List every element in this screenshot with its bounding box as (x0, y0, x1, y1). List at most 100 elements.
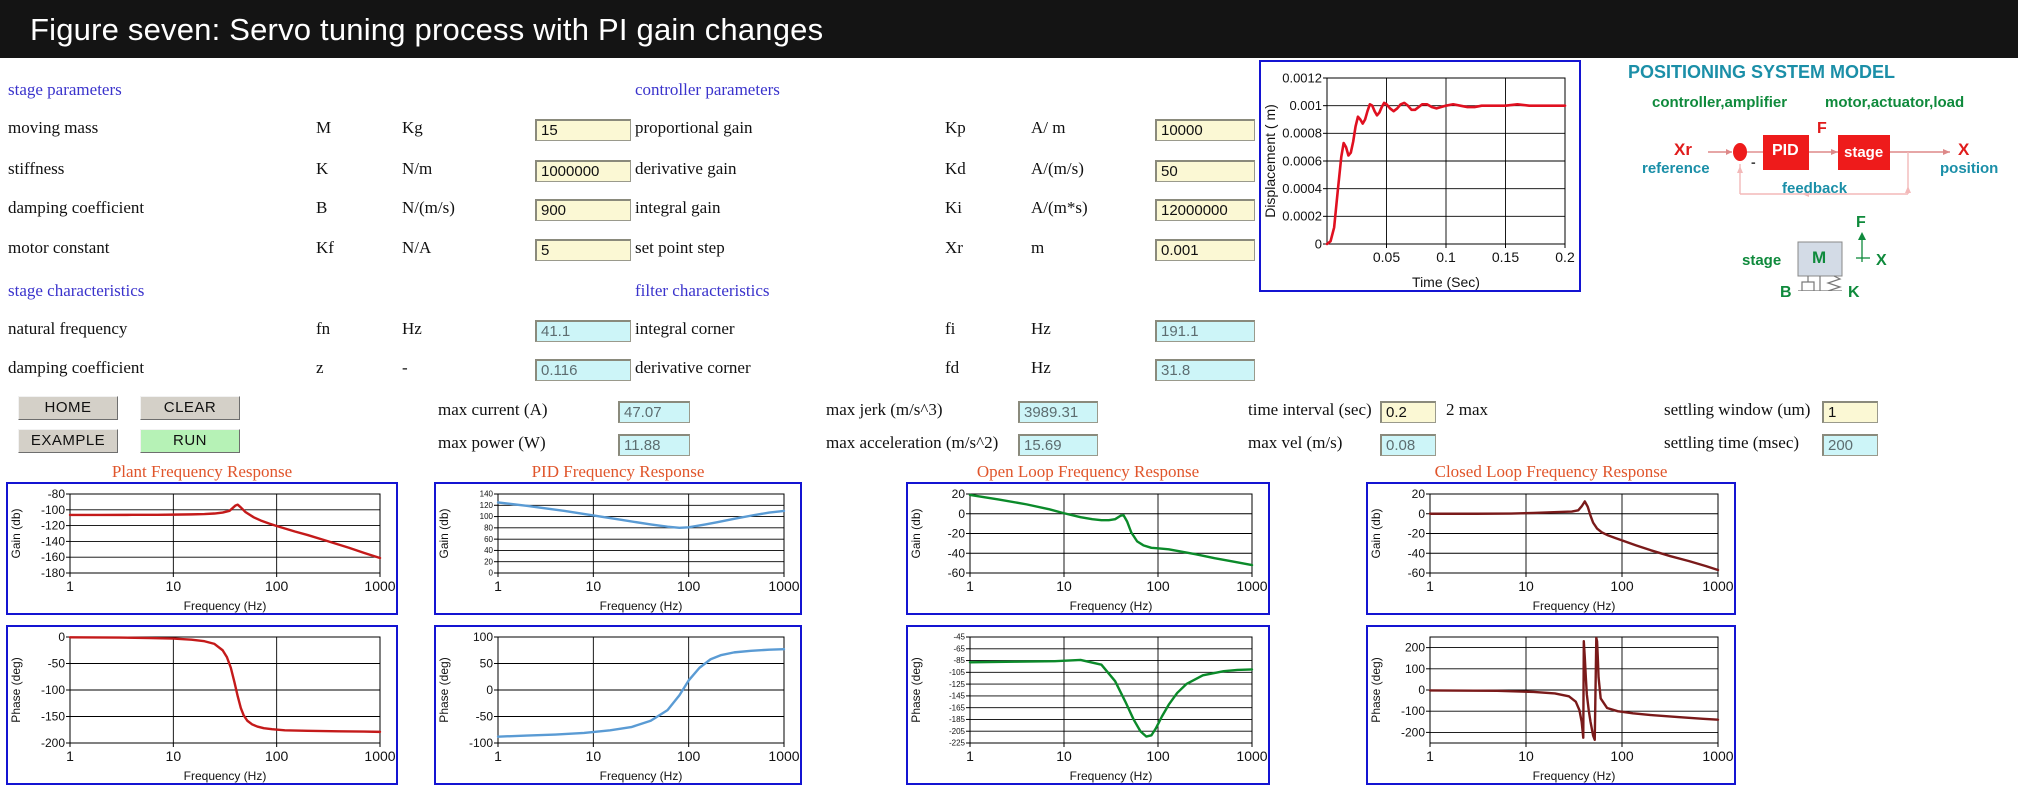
svg-text:-45: -45 (953, 633, 965, 642)
controller-parameter-symbol: Ki (945, 198, 962, 217)
diagram-title: POSITIONING SYSTEM MODEL (1628, 62, 1896, 82)
controller-parameter-symbol: Kd (945, 159, 966, 178)
diagram-input-symbol: Xr (1674, 140, 1692, 159)
svg-text:Frequency (Hz): Frequency (Hz) (1070, 769, 1153, 783)
step-response-panel: 0 0.0002 0.0004 0.0006 0.0008 0.001 0.0012 0.05… (1259, 60, 1581, 292)
svg-text:Displacement ( m): Displacement ( m) (1262, 104, 1278, 218)
metric-value[interactable]: 200 (1822, 434, 1878, 456)
metric-value[interactable]: 1 (1822, 401, 1878, 423)
svg-text:0: 0 (486, 683, 493, 697)
svg-text:-100: -100 (1401, 704, 1425, 718)
svg-text:100: 100 (677, 748, 701, 764)
stage-parameter-input[interactable]: 15 (535, 119, 631, 141)
svg-text:1: 1 (1426, 748, 1434, 764)
svg-text:-50: -50 (476, 710, 494, 724)
stage-characteristic-symbol: z (316, 358, 324, 377)
page-title: Figure seven: Servo tuning process with … (30, 12, 824, 47)
svg-text:-160: -160 (41, 550, 65, 564)
stage-parameter-unit: N/A (402, 238, 432, 257)
clear-button[interactable]: CLEAR (140, 396, 240, 420)
stage-parameter-unit: N/(m/s) (402, 198, 455, 217)
svg-text:20: 20 (484, 557, 493, 566)
svg-text:Frequency (Hz): Frequency (Hz) (1533, 599, 1616, 613)
svg-text:1: 1 (494, 748, 502, 764)
diagram-damper-symbol: B (1780, 284, 1792, 301)
svg-text:1000: 1000 (1236, 578, 1267, 594)
stage-parameter-unit: Kg (402, 118, 423, 137)
svg-text:Frequency (Hz): Frequency (Hz) (184, 599, 267, 613)
pid-phase-chart: 100 50 0 -50 -1001 10 100 1000 Frequency (Hz) Pha… (437, 630, 800, 783)
svg-text:1: 1 (66, 748, 74, 764)
pid-gain-chart: 0 20 40 60 80 100 120 140 1 10 100 1000 Frequency (H… (437, 490, 800, 613)
svg-text:10: 10 (166, 578, 182, 594)
run-button[interactable]: RUN (140, 429, 240, 453)
controller-parameter-input[interactable]: 12000000 (1155, 199, 1255, 221)
svg-text:Frequency (Hz): Frequency (Hz) (1533, 769, 1616, 783)
example-button[interactable]: EXAMPLE (18, 429, 118, 453)
stage-parameter-input[interactable]: 1000000 (535, 160, 631, 182)
filter-characteristic-input[interactable]: 31.8 (1155, 359, 1255, 381)
stage-characteristic-input[interactable]: 41.1 (535, 320, 631, 342)
metric-value[interactable]: 47.07 (618, 401, 690, 423)
svg-text:10: 10 (1518, 578, 1534, 594)
svg-text:0.05: 0.05 (1373, 249, 1400, 265)
stage-parameter-input[interactable]: 5 (535, 239, 631, 261)
section-stage-parameters: stage parameters (8, 80, 122, 99)
svg-text:-100: -100 (41, 503, 65, 517)
svg-text:0: 0 (1418, 507, 1425, 521)
svg-text:100: 100 (677, 578, 701, 594)
diagram-pid-block-label: PID (1772, 142, 1799, 159)
svg-text:0.001: 0.001 (1289, 98, 1322, 113)
svg-text:1000: 1000 (768, 578, 799, 594)
svg-text:Gain (db): Gain (db) (9, 508, 23, 558)
metric-value[interactable]: 0.08 (1380, 434, 1436, 456)
filter-characteristic-input[interactable]: 191.1 (1155, 320, 1255, 342)
diagram-stage-block-label: stage (1844, 144, 1884, 161)
svg-text:Frequency (Hz): Frequency (Hz) (184, 769, 267, 783)
stage-characteristic-symbol: fn (316, 319, 331, 338)
filter-characteristic-label: derivative corner (635, 358, 751, 377)
stage-characteristic-input[interactable]: 0.116 (535, 359, 631, 381)
svg-text:10: 10 (1056, 578, 1072, 594)
svg-text:-185: -185 (949, 715, 966, 724)
section-controller-parameters: controller parameters (635, 80, 780, 99)
svg-text:0: 0 (489, 569, 494, 578)
controller-parameter-input[interactable]: 10000 (1155, 119, 1255, 141)
svg-text:Phase (deg): Phase (deg) (437, 657, 451, 722)
svg-text:0: 0 (58, 630, 65, 644)
metric-value[interactable]: 11.88 (618, 434, 690, 456)
closed-loop-plot-title: Closed Loop Frequency Response (1434, 462, 1668, 481)
controller-parameter-unit: A/(m/s) (1031, 159, 1084, 178)
controller-parameter-input[interactable]: 50 (1155, 160, 1255, 182)
svg-text:10: 10 (166, 748, 182, 764)
metric-label: max jerk (m/s^3) (826, 400, 943, 419)
home-button[interactable]: HOME (18, 396, 118, 420)
metric-value[interactable]: 3989.31 (1018, 401, 1098, 423)
svg-text:1000: 1000 (1236, 748, 1267, 764)
svg-text:-180: -180 (41, 566, 65, 580)
metric-value[interactable]: 0.2 (1380, 401, 1436, 423)
svg-text:1: 1 (494, 578, 502, 594)
svg-text:50: 50 (480, 657, 494, 671)
open-loop-phase-chart: -45 -65 -85 -105 -125 -145 -165 -185 -205 -2251 10… (909, 633, 1268, 783)
stage-parameter-unit: N/m (402, 159, 433, 178)
stage-parameter-input[interactable]: 900 (535, 199, 631, 221)
controller-parameter-label: proportional gain (635, 118, 753, 137)
title-bar: Figure seven: Servo tuning process with … (0, 0, 2018, 58)
metric-value[interactable]: 15.69 (1018, 434, 1098, 456)
svg-text:100: 100 (1146, 748, 1170, 764)
metric-label: settling time (msec) (1664, 433, 1800, 452)
svg-text:-85: -85 (953, 656, 965, 665)
closed-loop-phase-panel: 200 100 0 -100 -200 1 10 100 1000 Frequency (Hz) P… (1366, 625, 1736, 785)
svg-text:140: 140 (480, 490, 494, 499)
controller-parameter-input[interactable]: 0.001 (1155, 239, 1255, 261)
svg-text:0.0002: 0.0002 (1282, 209, 1322, 224)
svg-text:0: 0 (1418, 683, 1425, 697)
metric-label: time interval (sec) (1248, 400, 1372, 419)
svg-text:10: 10 (1056, 748, 1072, 764)
stage-parameter-label: stiffness (8, 159, 65, 178)
svg-text:1000: 1000 (364, 748, 395, 764)
metric-label: max current (A) (438, 400, 548, 419)
svg-text:0.0012: 0.0012 (1282, 70, 1322, 85)
svg-text:-120: -120 (41, 519, 65, 533)
